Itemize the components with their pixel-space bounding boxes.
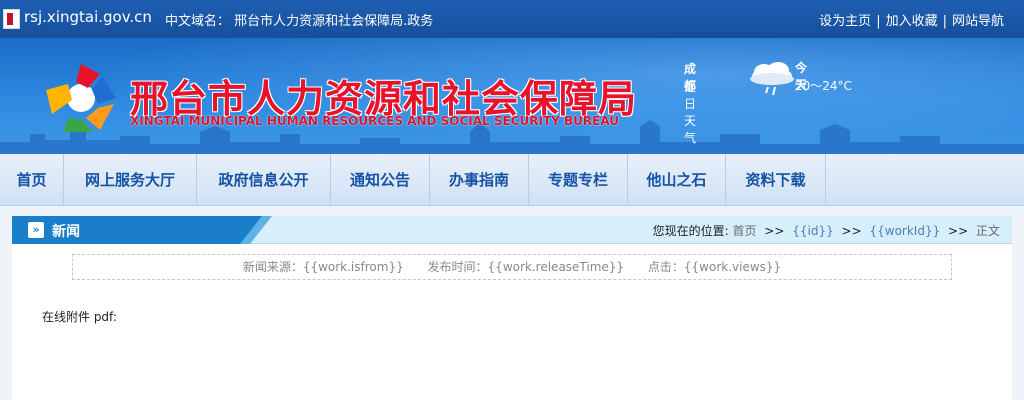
link-separator: | bbox=[876, 14, 881, 29]
panel-tab: » 新闻 bbox=[12, 216, 272, 244]
nav-item-online-service[interactable]: 网上服务大厅 bbox=[64, 154, 197, 206]
chinese-domain-name: 中文域名： 邢台市人力资源和社会保障局.政务 bbox=[165, 14, 434, 29]
nav-item-guide[interactable]: 办事指南 bbox=[430, 154, 529, 206]
breadcrumb-home[interactable]: 首页 bbox=[732, 224, 756, 238]
breadcrumb: 您现在的位置: 首页 >> {{id}} >> {{workId}} >> 正文 bbox=[653, 222, 1000, 239]
add-favorite-link[interactable]: 加入收藏 bbox=[886, 14, 938, 29]
weather-recent-label: 近日天气 bbox=[684, 80, 697, 145]
site-favicon-icon bbox=[3, 9, 20, 29]
article-views: 点击：{{work.views}} bbox=[647, 260, 782, 274]
nav-item-others[interactable]: 他山之石 bbox=[628, 154, 726, 206]
nav-item-home[interactable]: 首页 bbox=[0, 154, 64, 206]
breadcrumb-current: 正文 bbox=[975, 224, 1000, 238]
bureau-logo-icon bbox=[46, 64, 116, 132]
cloud-rain-icon bbox=[750, 62, 794, 96]
article-source: 新闻来源：{{work.isfrom}} bbox=[242, 260, 404, 274]
nav-item-gov-info[interactable]: 政府信息公开 bbox=[197, 154, 331, 206]
top-links: 设为主页 | 加入收藏 | 网站导航 bbox=[819, 10, 1004, 29]
article-release-time: 发布时间：{{work.releaseTime}} bbox=[427, 260, 625, 274]
nav-item-notices[interactable]: 通知公告 bbox=[331, 154, 430, 206]
site-url[interactable]: rsj.xingtai.gov.cn bbox=[24, 8, 152, 26]
header-banner: 邢台市人力资源和社会保障局 XINGTAI MUNICIPAL HUMAN RE… bbox=[0, 38, 1024, 154]
main-navigation: 首页 网上服务大厅 政府信息公开 通知公告 办事指南 专题专栏 他山之石 资料下… bbox=[0, 154, 1024, 206]
breadcrumb-work-id[interactable]: {{workId}} bbox=[869, 224, 940, 238]
breadcrumb-separator: >> bbox=[948, 224, 969, 238]
site-navigation-link[interactable]: 网站导航 bbox=[952, 14, 1004, 29]
content-panel: » 新闻 您现在的位置: 首页 >> {{id}} >> {{workId}} … bbox=[12, 216, 1012, 400]
panel-header: » 新闻 您现在的位置: 首页 >> {{id}} >> {{workId}} … bbox=[12, 216, 1012, 244]
set-homepage-link[interactable]: 设为主页 bbox=[819, 14, 871, 29]
breadcrumb-id[interactable]: {{id}} bbox=[792, 224, 834, 238]
breadcrumb-label: 您现在的位置: bbox=[652, 224, 729, 238]
article-meta: 新闻来源：{{work.isfrom}} 发布时间：{{work.release… bbox=[72, 254, 952, 280]
site-subtitle: XINGTAI MUNICIPAL HUMAN RESOURCES AND SO… bbox=[130, 114, 620, 128]
breadcrumb-separator: >> bbox=[764, 224, 785, 238]
top-bar: rsj.xingtai.gov.cn 中文域名： 邢台市人力资源和社会保障局.政… bbox=[0, 0, 1024, 38]
double-chevron-right-icon: » bbox=[28, 222, 44, 238]
nav-item-topics[interactable]: 专题专栏 bbox=[529, 154, 628, 206]
link-separator: | bbox=[942, 14, 947, 29]
attachment-label: 在线附件 pdf: bbox=[42, 310, 117, 324]
nav-item-downloads[interactable]: 资料下载 bbox=[726, 154, 826, 206]
panel-tab-title: 新闻 bbox=[52, 224, 80, 240]
breadcrumb-separator: >> bbox=[841, 224, 862, 238]
weather-temperature: 20～24°C bbox=[795, 79, 852, 93]
